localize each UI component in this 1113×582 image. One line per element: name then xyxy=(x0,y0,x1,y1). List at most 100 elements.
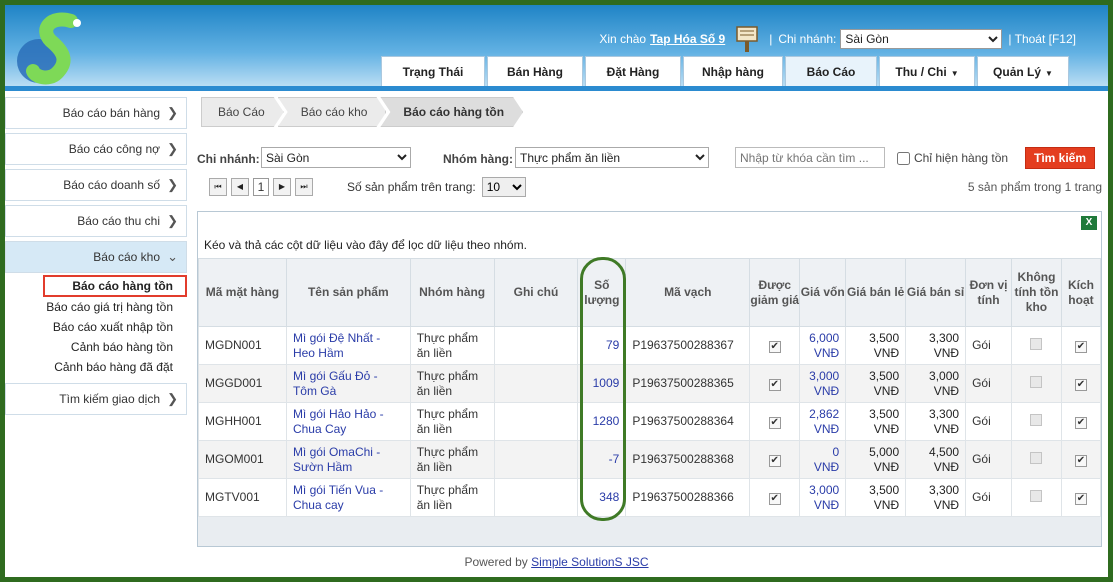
last-page-icon[interactable]: ⏭ xyxy=(295,178,313,196)
subitem-gia-tri-hang-ton[interactable]: Báo cáo giá trị hàng tồn xyxy=(5,297,187,317)
search-button[interactable]: Tìm kiếm xyxy=(1025,147,1095,169)
tab-nhap-hang[interactable]: Nhập hàng xyxy=(683,56,783,86)
cell-barcode: P19637500288367 xyxy=(625,326,751,365)
main-tabs: Trạng Thái Bán Hàng Đặt Hàng Nhập hàng B… xyxy=(381,56,1071,86)
tab-bao-cao[interactable]: Báo Cáo xyxy=(785,56,877,86)
table-header-row: Mã mặt hàng Tên sản phẩm Nhóm hàng Ghi chú S… xyxy=(198,258,1102,327)
cell-group: Thực phẩm ăn liền xyxy=(409,478,495,517)
cell-name[interactable]: Mì gói Đệ Nhất - Heo Hầm xyxy=(285,326,411,365)
subitem-xuat-nhap-ton[interactable]: Báo cáo xuất nhập tồn xyxy=(5,317,187,337)
column-header[interactable]: Tên sản phẩm xyxy=(285,258,411,327)
column-header[interactable]: Đơn vị tính xyxy=(965,258,1012,327)
checkbox-icon xyxy=(1030,413,1043,426)
stock-only-checkbox[interactable] xyxy=(897,151,910,165)
subitem-canh-bao-hang-da-dat[interactable]: Cảnh báo hàng đã đặt xyxy=(5,357,187,377)
cell-code: MGGD001 xyxy=(198,364,287,403)
cell-group: Thực phẩm ăn liền xyxy=(409,440,495,479)
cell-no-stock xyxy=(1011,440,1062,479)
cell-barcode: P19637500288365 xyxy=(625,364,751,403)
table-row[interactable]: MGGD001 Mì gói Gấu Đỏ - Tôm Gà Thực phẩm ă… xyxy=(198,364,1102,403)
column-header[interactable]: Số lượng xyxy=(577,258,627,327)
breadcrumb-bao-cao[interactable]: Báo Cáo xyxy=(201,97,284,127)
cell-barcode: P19637500288366 xyxy=(625,478,751,517)
column-header[interactable]: Mã vạch xyxy=(625,258,751,327)
column-header[interactable]: Kích hoạt xyxy=(1060,258,1102,327)
sidebar-item-label: Báo cáo doanh số xyxy=(63,178,160,192)
cell-unit: Gói xyxy=(965,402,1012,441)
footer-company-link[interactable]: Simple SolutionS JSC xyxy=(531,555,648,569)
filter-branch-label: Chi nhánh: xyxy=(197,152,260,166)
cell-wholesale: 4,500 VNĐ xyxy=(905,440,967,479)
chevron-right-icon: ❯ xyxy=(167,391,178,406)
header-divider xyxy=(5,86,1108,91)
cell-retail: 3,500 VNĐ xyxy=(845,364,907,403)
tab-dat-hang[interactable]: Đặt Hàng xyxy=(585,56,681,86)
filter-group-select[interactable]: Thực phẩm ăn liền xyxy=(515,147,709,168)
next-page-icon[interactable]: ▶ xyxy=(273,178,291,196)
stock-only-toggle[interactable]: Chỉ hiện hàng tồn xyxy=(897,151,1008,165)
sidebar-item-label: Báo cáo bán hàng xyxy=(62,106,160,120)
cell-discount: ✔ xyxy=(749,402,801,441)
sidebar-item-thu-chi[interactable]: Báo cáo thu chi ❯ xyxy=(5,205,187,237)
page-size-label: Số sản phẩm trên trang: xyxy=(347,180,476,194)
column-header[interactable]: Được giảm giá xyxy=(749,258,801,327)
chevron-down-icon: ⌄ xyxy=(167,249,178,264)
inventory-grid: X Kéo và thả các cột dữ liệu vào đây để … xyxy=(197,211,1102,547)
cell-no-stock xyxy=(1011,326,1062,365)
sidebar-item-label: Báo cáo công nợ xyxy=(68,142,160,156)
sidebar-item-ban-hang[interactable]: Báo cáo bán hàng ❯ xyxy=(5,97,187,129)
cell-unit: Gói xyxy=(965,364,1012,403)
cell-name[interactable]: Mì gói Hảo Hảo - Chua Cay xyxy=(285,402,411,441)
sidebar-item-label: Tìm kiếm giao dịch xyxy=(59,392,160,406)
column-header[interactable]: Giá bán sỉ xyxy=(905,258,967,327)
column-header[interactable]: Giá vốn xyxy=(799,258,847,327)
caret-down-icon: ▼ xyxy=(950,69,959,78)
cell-name[interactable]: Mì gói OmaChi - Sườn Hầm xyxy=(285,440,411,479)
column-header[interactable]: Giá bán lẻ xyxy=(845,258,907,327)
chevron-right-icon: ❯ xyxy=(167,213,178,228)
sidebar-item-doanh-so[interactable]: Báo cáo doanh số ❯ xyxy=(5,169,187,201)
table-row[interactable]: MGHH001 Mì gói Hảo Hảo - Chua Cay Thực phẩ… xyxy=(198,402,1102,441)
column-header[interactable]: Mã mặt hàng xyxy=(198,258,287,327)
table-row[interactable]: MGDN001 Mì gói Đệ Nhất - Heo Hầm Thực phẩm… xyxy=(198,326,1102,365)
first-page-icon[interactable]: ⏮ xyxy=(209,178,227,196)
chevron-right-icon: ❯ xyxy=(167,141,178,156)
cell-no-stock xyxy=(1011,402,1062,441)
branch-select[interactable]: Sài Gòn xyxy=(840,29,1003,49)
checkbox-icon xyxy=(1030,489,1043,502)
subitem-hang-ton[interactable]: Báo cáo hàng tồn xyxy=(43,275,187,297)
prev-page-icon[interactable]: ◀ xyxy=(231,178,249,196)
signpost-icon[interactable] xyxy=(735,25,759,53)
tab-trang-thai[interactable]: Trạng Thái xyxy=(381,56,485,86)
logout-link[interactable]: | Thoát [F12] xyxy=(1008,32,1076,46)
sidebar-item-cong-no[interactable]: Báo cáo công nợ ❯ xyxy=(5,133,187,165)
tab-thu-chi[interactable]: Thu / Chi ▼ xyxy=(879,56,975,86)
column-header[interactable]: Nhóm hàng xyxy=(409,258,495,327)
tab-quan-ly[interactable]: Quản Lý ▼ xyxy=(977,56,1069,86)
store-name-link[interactable]: Tap Hóa Số 9 xyxy=(650,32,725,46)
header: Xin chào Tap Hóa Số 9 | Chi nhánh: Sài G… xyxy=(5,5,1108,91)
column-header[interactable]: Không tính tồn kho xyxy=(1011,258,1062,327)
subitem-canh-bao-hang-ton[interactable]: Cảnh báo hàng tồn xyxy=(5,337,187,357)
filter-branch-select[interactable]: Sài Gòn xyxy=(261,147,411,168)
sidebar-item-tim-kiem[interactable]: Tìm kiếm giao dịch ❯ xyxy=(5,383,187,415)
column-header[interactable]: Ghi chú xyxy=(493,258,579,327)
cell-unit: Gói xyxy=(965,326,1012,365)
cell-name[interactable]: Mì gói Gấu Đỏ - Tôm Gà xyxy=(285,364,411,403)
cell-discount: ✔ xyxy=(749,440,801,479)
keyword-input[interactable] xyxy=(735,147,885,168)
cell-qty: 348 xyxy=(577,478,627,517)
table-row[interactable]: MGTV001 Mì gói Tiến Vua - Chua cay Thực ph… xyxy=(198,478,1102,517)
branch-label: Chi nhánh: xyxy=(778,32,837,46)
cell-name[interactable]: Mì gói Tiến Vua - Chua cay xyxy=(285,478,411,517)
page-number[interactable]: 1 xyxy=(253,178,269,196)
sidebar-item-kho[interactable]: Báo cáo kho ⌄ xyxy=(5,241,187,273)
excel-export-icon[interactable]: X xyxy=(1081,216,1097,230)
tab-ban-hang[interactable]: Bán Hàng xyxy=(487,56,583,86)
page-size-select[interactable]: 10 xyxy=(481,177,526,197)
breadcrumb-bao-cao-kho[interactable]: Báo cáo kho xyxy=(278,97,387,127)
cell-cost: 3,000 VNĐ xyxy=(799,478,847,517)
table-row[interactable]: MGOM001 Mì gói OmaChi - Sườn Hầm Thực phẩm… xyxy=(198,440,1102,479)
checkbox-icon: ✔ xyxy=(768,455,781,467)
cell-code: MGOM001 xyxy=(198,440,287,479)
